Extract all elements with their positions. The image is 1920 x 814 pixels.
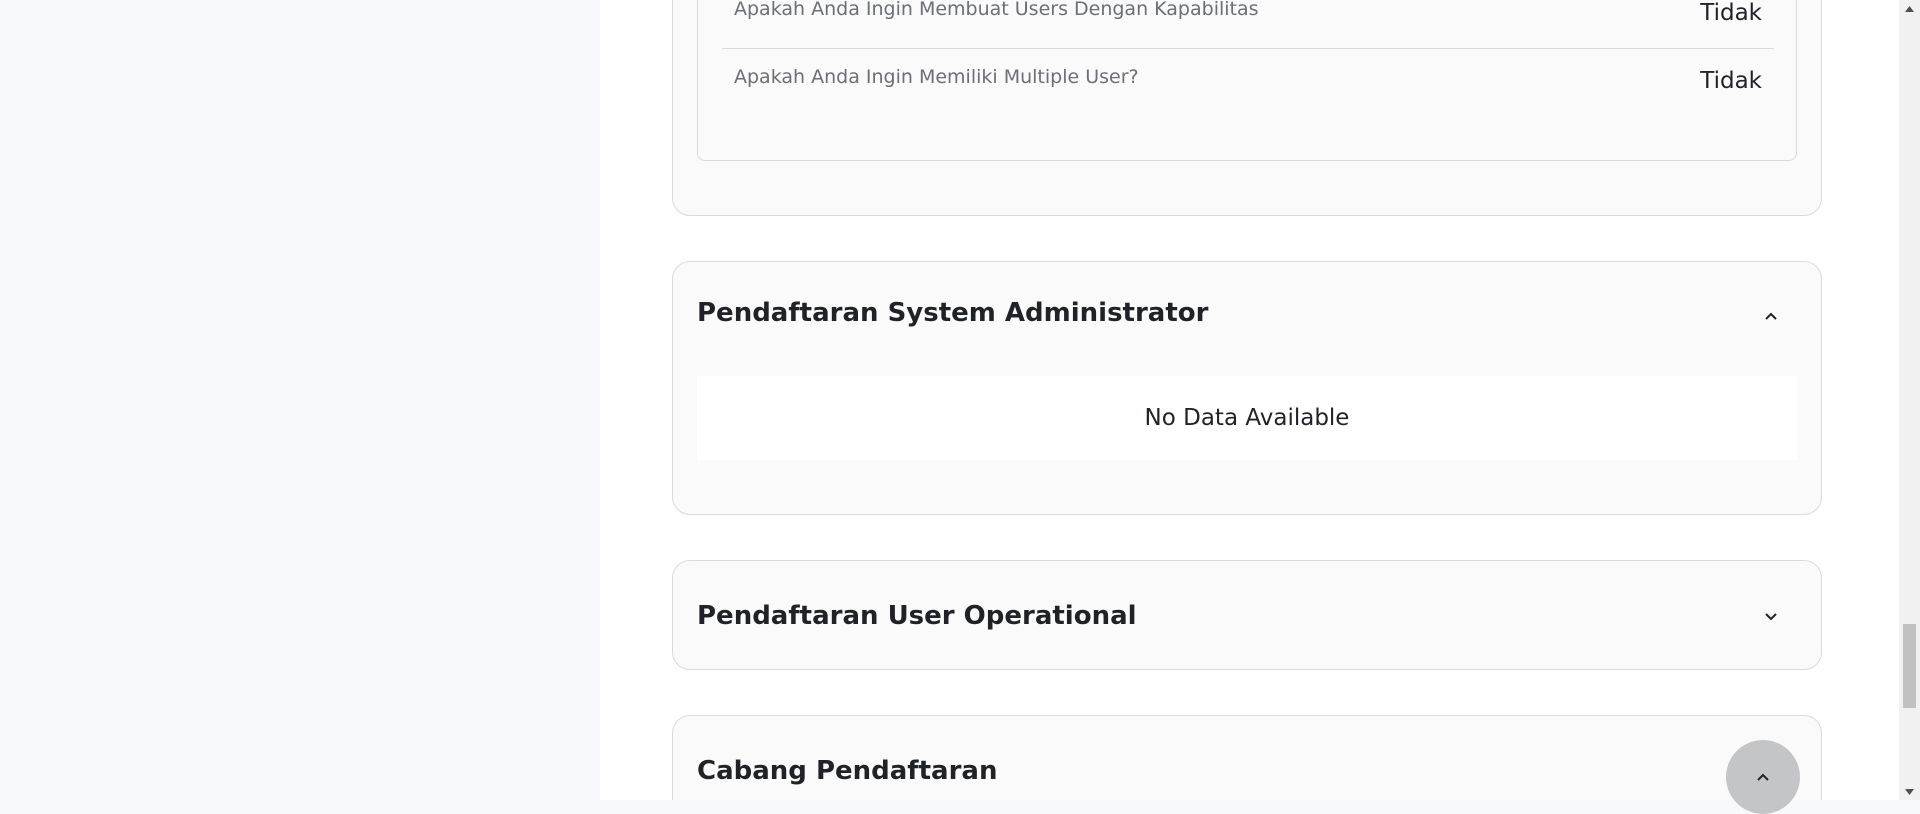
section-title: Pendaftaran User Operational [697,601,1137,631]
section-title: Cabang Pendaftaran [697,756,998,786]
vertical-scrollbar[interactable] [1899,0,1920,800]
left-panel [0,0,600,800]
answer-value: Tidak [1700,0,1762,26]
scroll-to-top-button[interactable] [1726,740,1800,814]
chevron-up-icon [1765,312,1777,320]
triangle-up-icon [1905,5,1914,12]
triangle-down-icon [1905,788,1914,795]
main-content: Apakah Anda Ingin Membuat Users Dengan K… [600,0,1899,800]
section-title: Pendaftaran System Administrator [697,298,1209,328]
question-row: Apakah Anda Ingin Membuat Users Dengan K… [722,0,1774,49]
chevron-up-icon [1757,773,1769,781]
question-row: Apakah Anda Ingin Memiliki Multiple User… [722,49,1774,117]
chevron-down-icon [1765,612,1777,620]
empty-state: No Data Available [697,376,1797,460]
system-admin-section: Pendaftaran System Administrator No Data… [672,261,1822,515]
question-text: Apakah Anda Ingin Memiliki Multiple User… [734,66,1139,88]
scroll-up-arrow[interactable] [1899,0,1920,17]
capability-section-card: Apakah Anda Ingin Membuat Users Dengan K… [672,0,1822,216]
question-text: Apakah Anda Ingin Membuat Users Dengan K… [734,0,1259,20]
scroll-down-arrow[interactable] [1899,783,1920,800]
scrollbar-thumb[interactable] [1903,624,1916,708]
answer-value: Tidak [1700,68,1762,94]
cabang-pendaftaran-section: Cabang Pendaftaran [672,715,1822,800]
expand-toggle-button[interactable] [1757,602,1785,630]
user-operational-section[interactable]: Pendaftaran User Operational [672,560,1822,670]
collapse-toggle-button[interactable] [1757,302,1785,330]
capability-questions-box: Apakah Anda Ingin Membuat Users Dengan K… [697,0,1797,161]
